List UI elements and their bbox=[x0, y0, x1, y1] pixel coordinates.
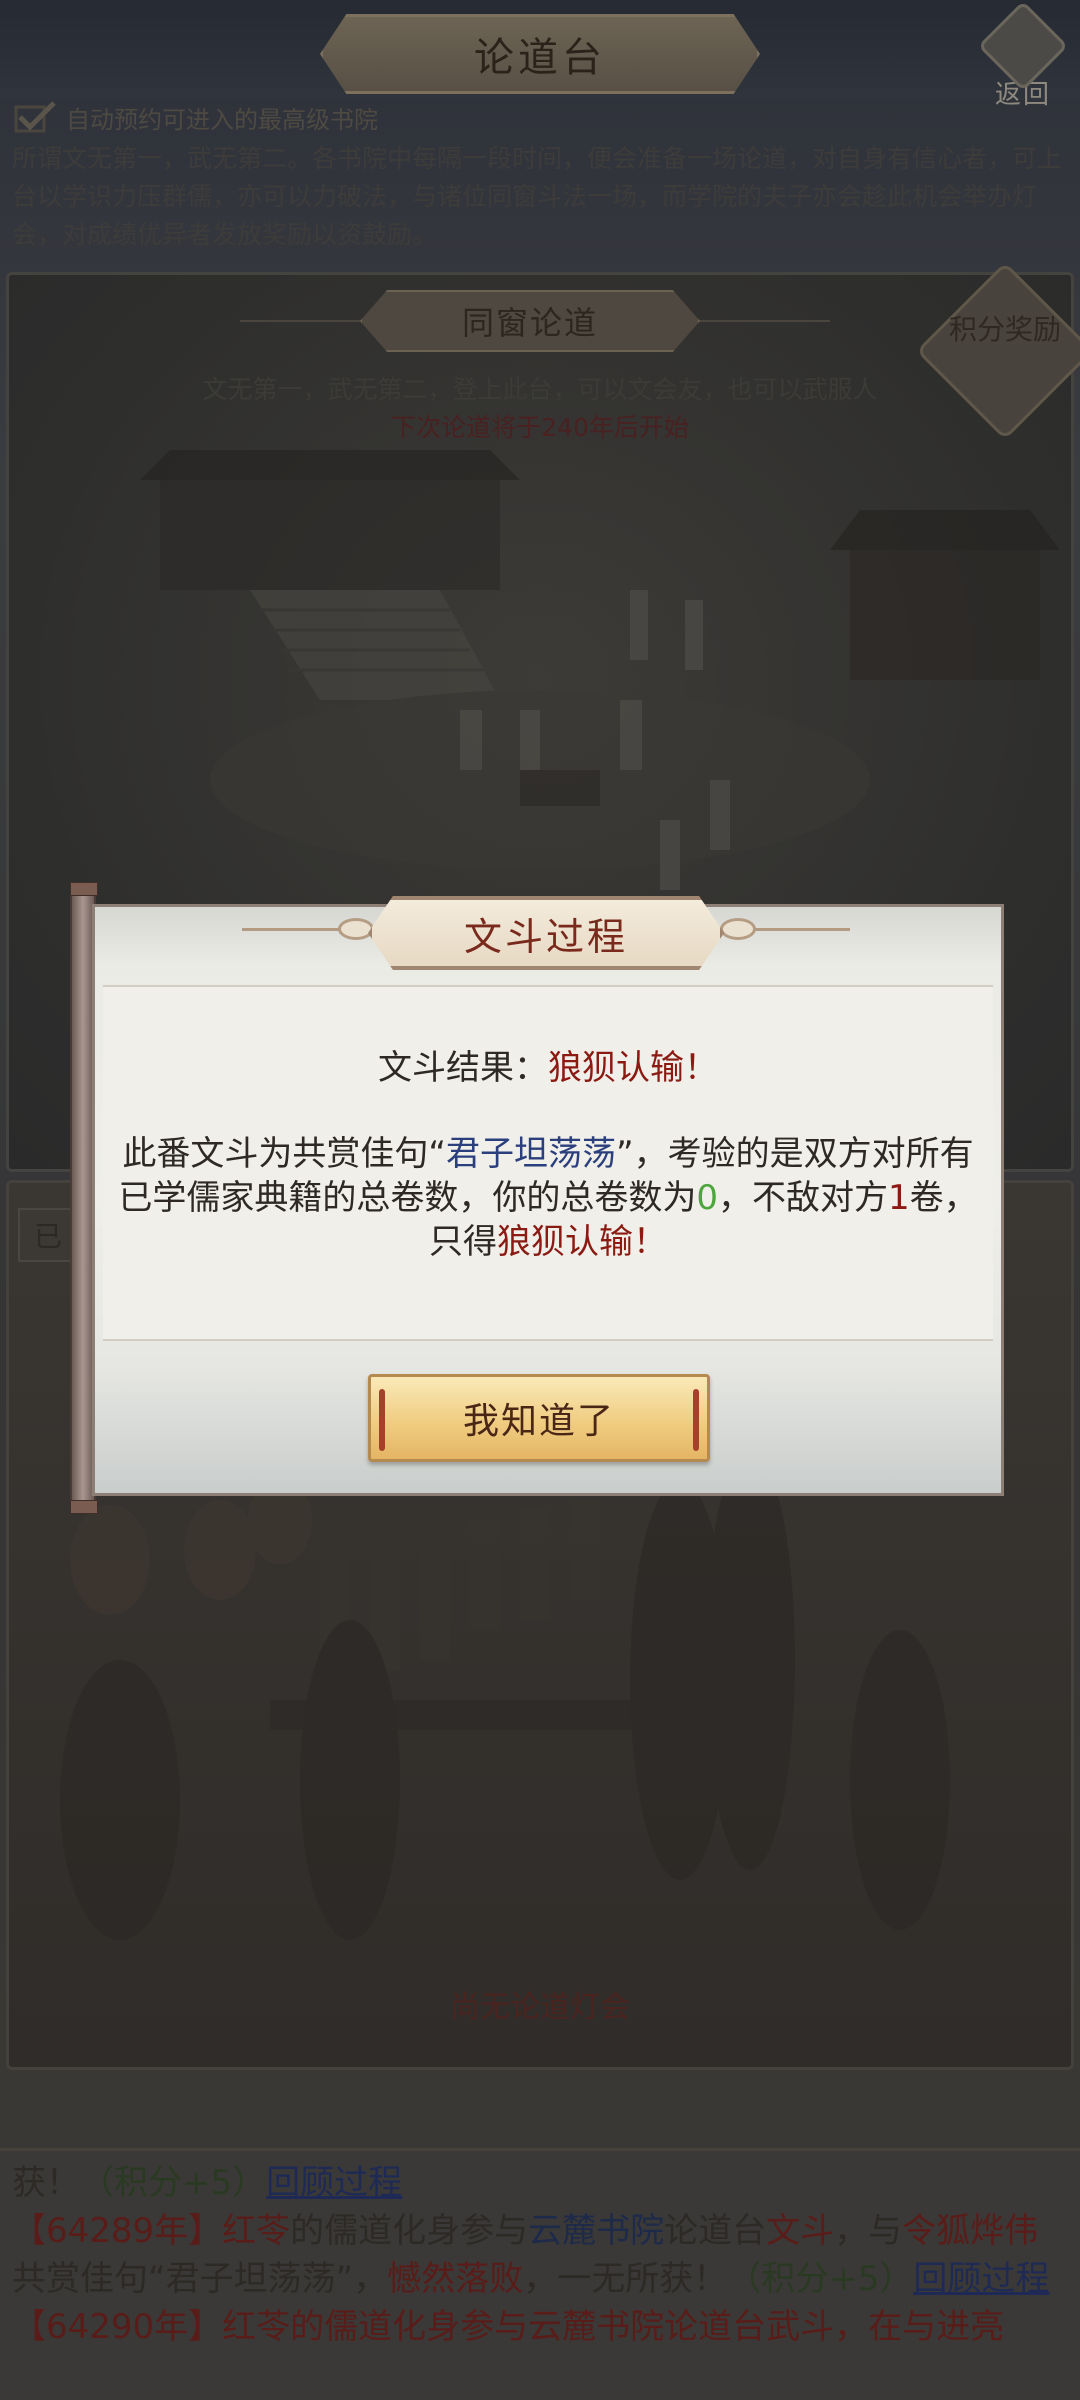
detail-text: ，不敌对方 bbox=[718, 1178, 888, 1218]
result-line: 文斗结果：狼狈认输！ bbox=[92, 1040, 1004, 1089]
result-value: 狼狈认输！ bbox=[548, 1048, 718, 1088]
detail-text: 此番文斗为共赏佳句“ bbox=[122, 1134, 446, 1174]
confirm-button-label: 我知道了 bbox=[462, 1401, 615, 1442]
title-ornament-right-icon bbox=[720, 918, 756, 940]
my-volume-count: 0 bbox=[696, 1178, 718, 1218]
confirm-button[interactable]: 我知道了 bbox=[368, 1374, 710, 1462]
debate-result-dialog: 文斗过程 文斗结果：狼狈认输！ 此番文斗为共赏佳句“君子坦荡荡”，考验的是双方对… bbox=[70, 882, 1004, 1514]
result-detail: 此番文斗为共赏佳句“君子坦荡荡”，考验的是双方对所有已学儒家典籍的总卷数，你的总… bbox=[106, 1132, 990, 1264]
opponent-volume-count: 1 bbox=[888, 1178, 910, 1218]
dialog-title: 文斗过程 bbox=[463, 914, 628, 959]
result-label: 文斗结果： bbox=[378, 1048, 548, 1088]
dialog-title-plate: 文斗过程 bbox=[368, 896, 724, 970]
title-ornament-left-icon bbox=[338, 918, 374, 940]
detail-quote: 君子坦荡荡 bbox=[446, 1134, 616, 1174]
detail-outcome: 狼狈认输！ bbox=[497, 1222, 667, 1262]
